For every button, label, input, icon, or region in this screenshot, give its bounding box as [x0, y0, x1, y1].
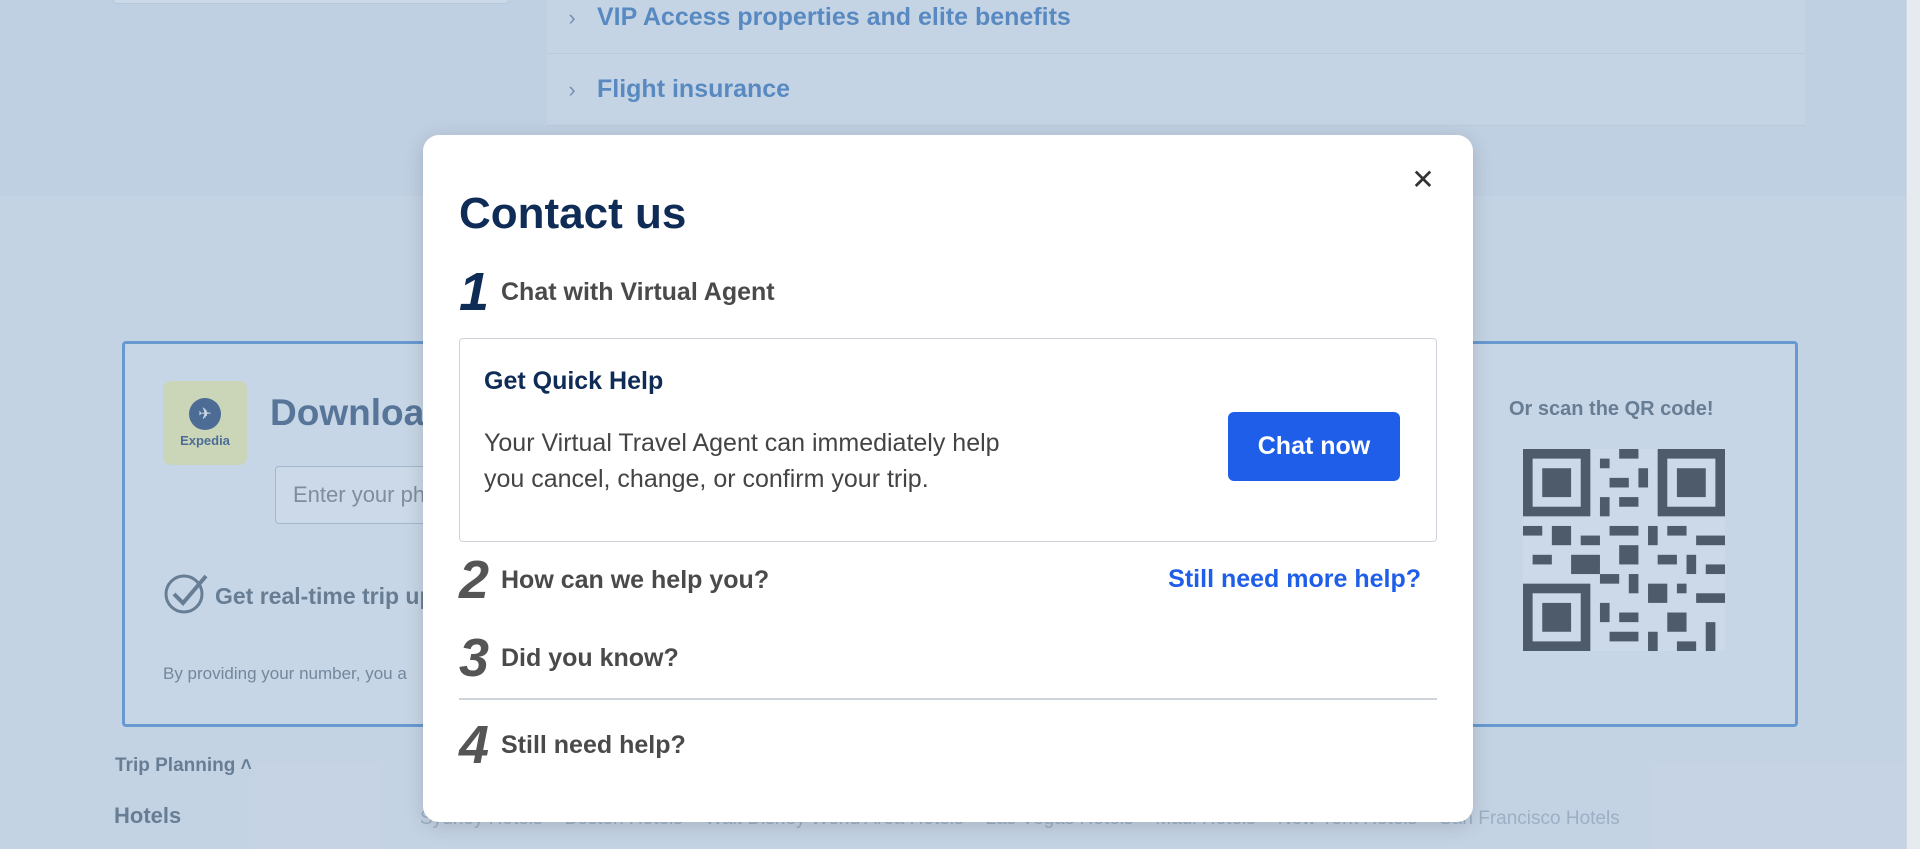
dialog-title: Contact us [459, 189, 687, 238]
step-label: Did you know? [501, 643, 679, 672]
step-1: 1 Chat with Virtual Agent [459, 265, 775, 319]
chat-now-button[interactable]: Chat now [1228, 412, 1400, 481]
step-number: 4 [459, 715, 490, 775]
step-number: 1 [459, 262, 490, 322]
step-number: 3 [459, 628, 490, 688]
step-label: Still need help? [501, 730, 686, 759]
still-need-more-help-link[interactable]: Still need more help? [1168, 565, 1421, 594]
step-2[interactable]: 2 How can we help you? [459, 553, 769, 607]
divider [459, 698, 1437, 700]
quick-help-text: Your Virtual Travel Agent can immediatel… [484, 429, 1000, 493]
step-label: Chat with Virtual Agent [501, 277, 775, 306]
contact-us-dialog: ✕ Contact us 1 Chat with Virtual Agent G… [423, 135, 1473, 822]
close-icon[interactable]: ✕ [1409, 164, 1437, 195]
step-3[interactable]: 3 Did you know? [459, 631, 679, 685]
page-scrollbar[interactable] [1906, 0, 1920, 849]
quick-help-card: Get Quick Help Your Virtual Travel Agent… [459, 338, 1437, 542]
step-number: 2 [459, 550, 490, 610]
step-label: How can we help you? [501, 565, 770, 594]
step-4[interactable]: 4 Still need help? [459, 718, 686, 772]
quick-help-title: Get Quick Help [484, 367, 664, 395]
